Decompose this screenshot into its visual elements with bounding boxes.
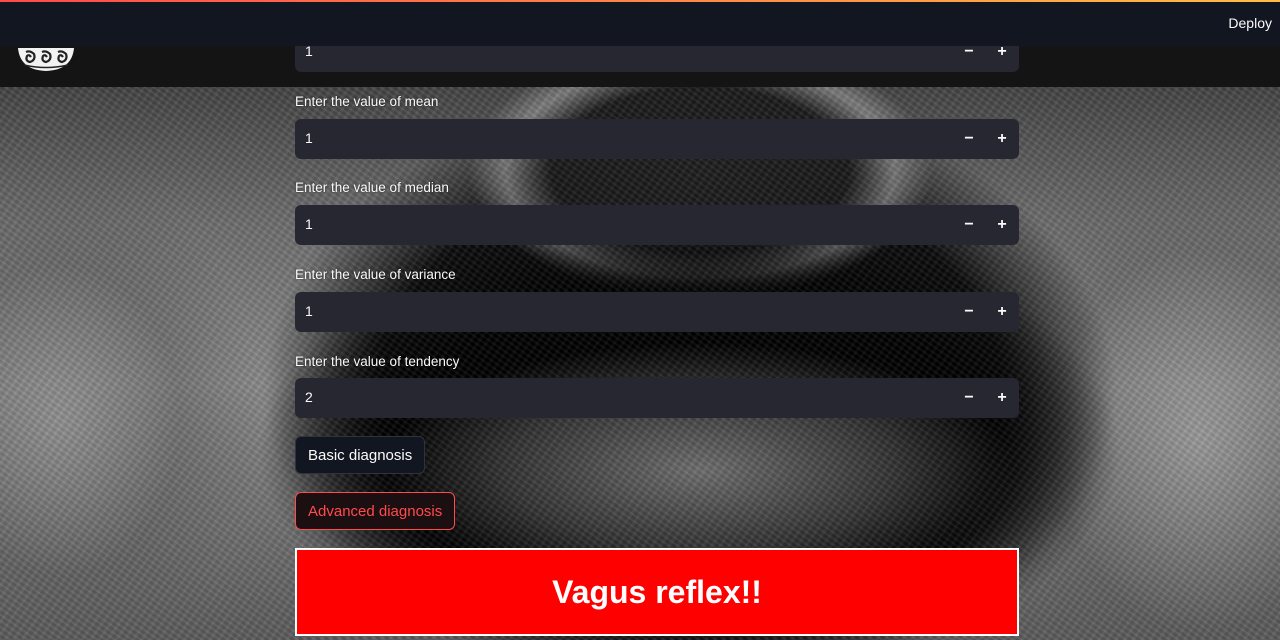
variance-input-value[interactable]: 1 (305, 303, 313, 319)
advanced-diagnosis-button[interactable]: Advanced diagnosis (295, 492, 456, 530)
mean-label: Enter the value of mean (295, 94, 439, 109)
mean-input[interactable]: 1 − + (295, 119, 1019, 159)
diagnosis-result-banner: Vagus reflex!! (295, 548, 1019, 636)
diagnosis-result-text: Vagus reflex!! (552, 573, 762, 610)
mean-increment-button[interactable]: + (990, 127, 1014, 151)
tendency-increment-button[interactable]: + (990, 386, 1014, 410)
median-increment-button[interactable]: + (990, 213, 1014, 237)
tendency-input[interactable]: 2 − + (295, 378, 1019, 418)
median-label: Enter the value of median (295, 180, 449, 195)
basic-diagnosis-button[interactable]: Basic diagnosis (295, 436, 426, 474)
tendency-input-value[interactable]: 2 (305, 389, 313, 405)
app-stage: Deploy 1 − + Enter the value of mean 1 −… (0, 0, 1280, 640)
variance-decrement-button[interactable]: − (957, 300, 981, 324)
variance-input[interactable]: 1 − + (295, 292, 1019, 332)
deploy-button[interactable]: Deploy (1228, 15, 1272, 31)
median-input-value[interactable]: 1 (305, 216, 313, 232)
variance-label: Enter the value of variance (295, 267, 456, 282)
variance-increment-button[interactable]: + (990, 300, 1014, 324)
median-decrement-button[interactable]: − (957, 213, 981, 237)
median-input[interactable]: 1 − + (295, 205, 1019, 245)
tendency-decrement-button[interactable]: − (957, 386, 981, 410)
tendency-label: Enter the value of tendency (295, 354, 460, 369)
mean-decrement-button[interactable]: − (957, 127, 981, 151)
mean-input-value[interactable]: 1 (305, 130, 313, 146)
top-header-bar: Deploy (0, 0, 1280, 46)
app-logo-icon (18, 48, 74, 71)
